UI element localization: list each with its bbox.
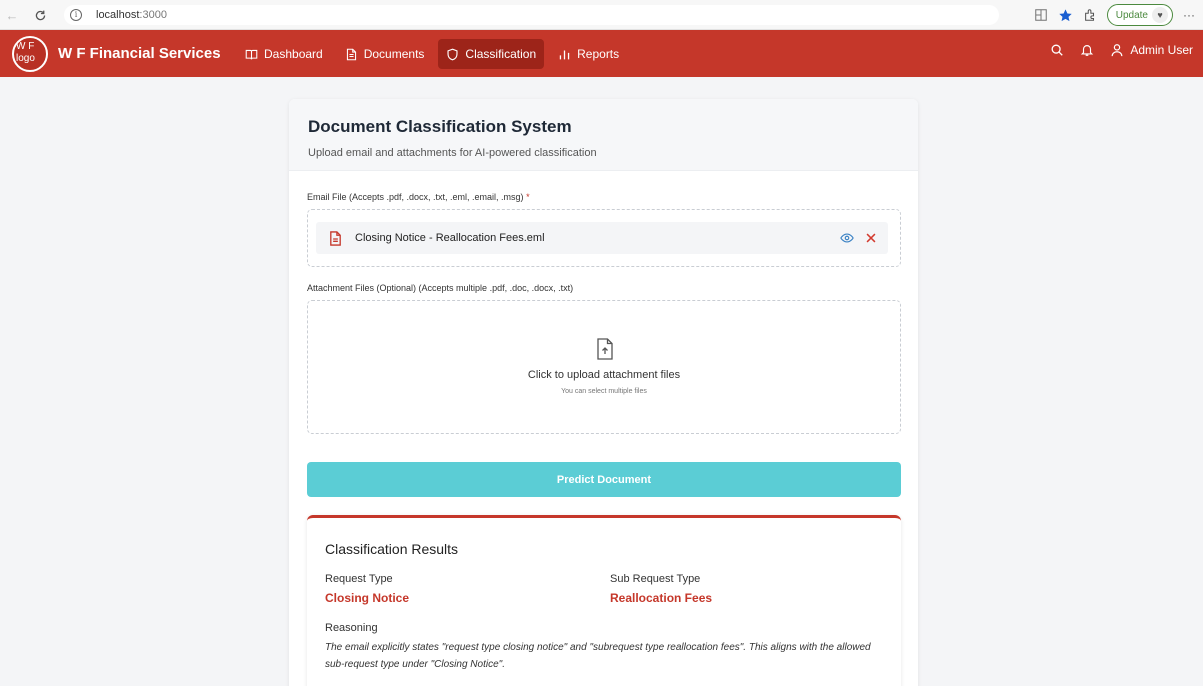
book-icon xyxy=(245,49,258,59)
user-menu[interactable]: Admin User xyxy=(1110,43,1193,57)
file-upload-icon xyxy=(597,338,613,360)
request-type-value: Closing Notice xyxy=(325,591,410,605)
classification-results-panel: Classification Results Request Type Clos… xyxy=(307,515,901,686)
reasoning-text: The email explicitly states "request typ… xyxy=(325,642,871,670)
nav-documents[interactable]: Documents xyxy=(337,39,433,69)
bar-chart-icon xyxy=(559,49,570,59)
document-icon xyxy=(330,230,341,246)
request-type-label: Request Type xyxy=(325,573,393,585)
predict-document-button[interactable]: Predict Document xyxy=(307,462,901,497)
remove-file-icon[interactable] xyxy=(864,231,878,245)
update-button[interactable]: Update ♥ xyxy=(1106,4,1173,26)
card-header: Document Classification System Upload em… xyxy=(289,99,918,171)
nav-classification-label: Classification xyxy=(465,47,537,61)
attachment-dropzone[interactable]: Click to upload attachment files You can… xyxy=(307,300,901,434)
email-file-label-text: Email File (Accepts .pdf, .docx, .txt, .… xyxy=(307,192,524,202)
required-mark: * xyxy=(526,192,530,202)
eye-icon[interactable] xyxy=(840,231,854,245)
page-title: Document Classification System xyxy=(308,117,572,136)
app-header: W F logo W F Financial Services Dashboar… xyxy=(0,30,1203,77)
attachment-files-label: Attachment Files (Optional) (Accepts mul… xyxy=(307,283,574,293)
nav-documents-label: Documents xyxy=(363,47,425,61)
sub-request-type-value: Reallocation Fees xyxy=(610,591,713,605)
request-type: Request Type Closing Notice xyxy=(325,573,409,605)
nav-reports[interactable]: Reports xyxy=(550,39,627,69)
profile-avatar-icon: ♥ xyxy=(1152,7,1168,23)
reasoning-label: Reasoning xyxy=(325,622,378,634)
main-nav: Dashboard Documents Classification Repor… xyxy=(237,39,627,69)
more-menu-icon[interactable]: ··· xyxy=(1183,8,1195,22)
split-screen-icon[interactable] xyxy=(1034,8,1048,22)
favorite-star-icon[interactable] xyxy=(1058,8,1073,23)
page-subtitle: Upload email and attachments for AI-powe… xyxy=(308,147,597,159)
company-logo[interactable]: W F logo xyxy=(12,36,48,72)
sub-request-type-label: Sub Request Type xyxy=(610,573,701,585)
classification-card: Document Classification System Upload em… xyxy=(289,99,918,686)
address-bar[interactable]: i localhost:3000 xyxy=(64,5,999,25)
nav-classification[interactable]: Classification xyxy=(438,39,545,69)
url-port: :3000 xyxy=(139,9,167,21)
email-file-label: Email File (Accepts .pdf, .docx, .txt, .… xyxy=(307,192,530,202)
back-icon[interactable]: ← xyxy=(2,5,22,25)
browser-toolbar: ← i localhost:3000 Update ♥ ··· xyxy=(0,0,1203,30)
nav-reports-label: Reports xyxy=(577,47,620,61)
selected-email-file: Closing Notice - Reallocation Fees.eml xyxy=(316,222,888,254)
results-title: Classification Results xyxy=(325,541,459,557)
upload-hint: You can select multiple files xyxy=(561,388,647,395)
sub-request-type: Sub Request Type Reallocation Fees xyxy=(610,573,712,605)
logo-alt-text: W F logo xyxy=(16,41,35,64)
email-file-dropzone[interactable]: Closing Notice - Reallocation Fees.eml xyxy=(307,209,901,267)
extensions-icon[interactable] xyxy=(1083,8,1097,22)
email-file-name: Closing Notice - Reallocation Fees.eml xyxy=(355,232,545,244)
brand-name[interactable]: W F Financial Services xyxy=(58,45,221,62)
nav-dashboard[interactable]: Dashboard xyxy=(237,39,331,69)
shield-icon xyxy=(447,48,458,60)
user-icon xyxy=(1111,44,1123,57)
site-info-icon[interactable]: i xyxy=(70,9,82,21)
search-icon[interactable] xyxy=(1050,43,1064,57)
nav-dashboard-label: Dashboard xyxy=(264,47,323,61)
bell-icon[interactable] xyxy=(1080,43,1094,57)
url-host: localhost xyxy=(96,9,140,21)
user-name: Admin User xyxy=(1130,43,1193,57)
update-label: Update xyxy=(1115,9,1148,21)
file-icon xyxy=(346,48,356,60)
upload-prompt: Click to upload attachment files xyxy=(527,369,681,381)
reload-icon[interactable] xyxy=(30,5,50,25)
